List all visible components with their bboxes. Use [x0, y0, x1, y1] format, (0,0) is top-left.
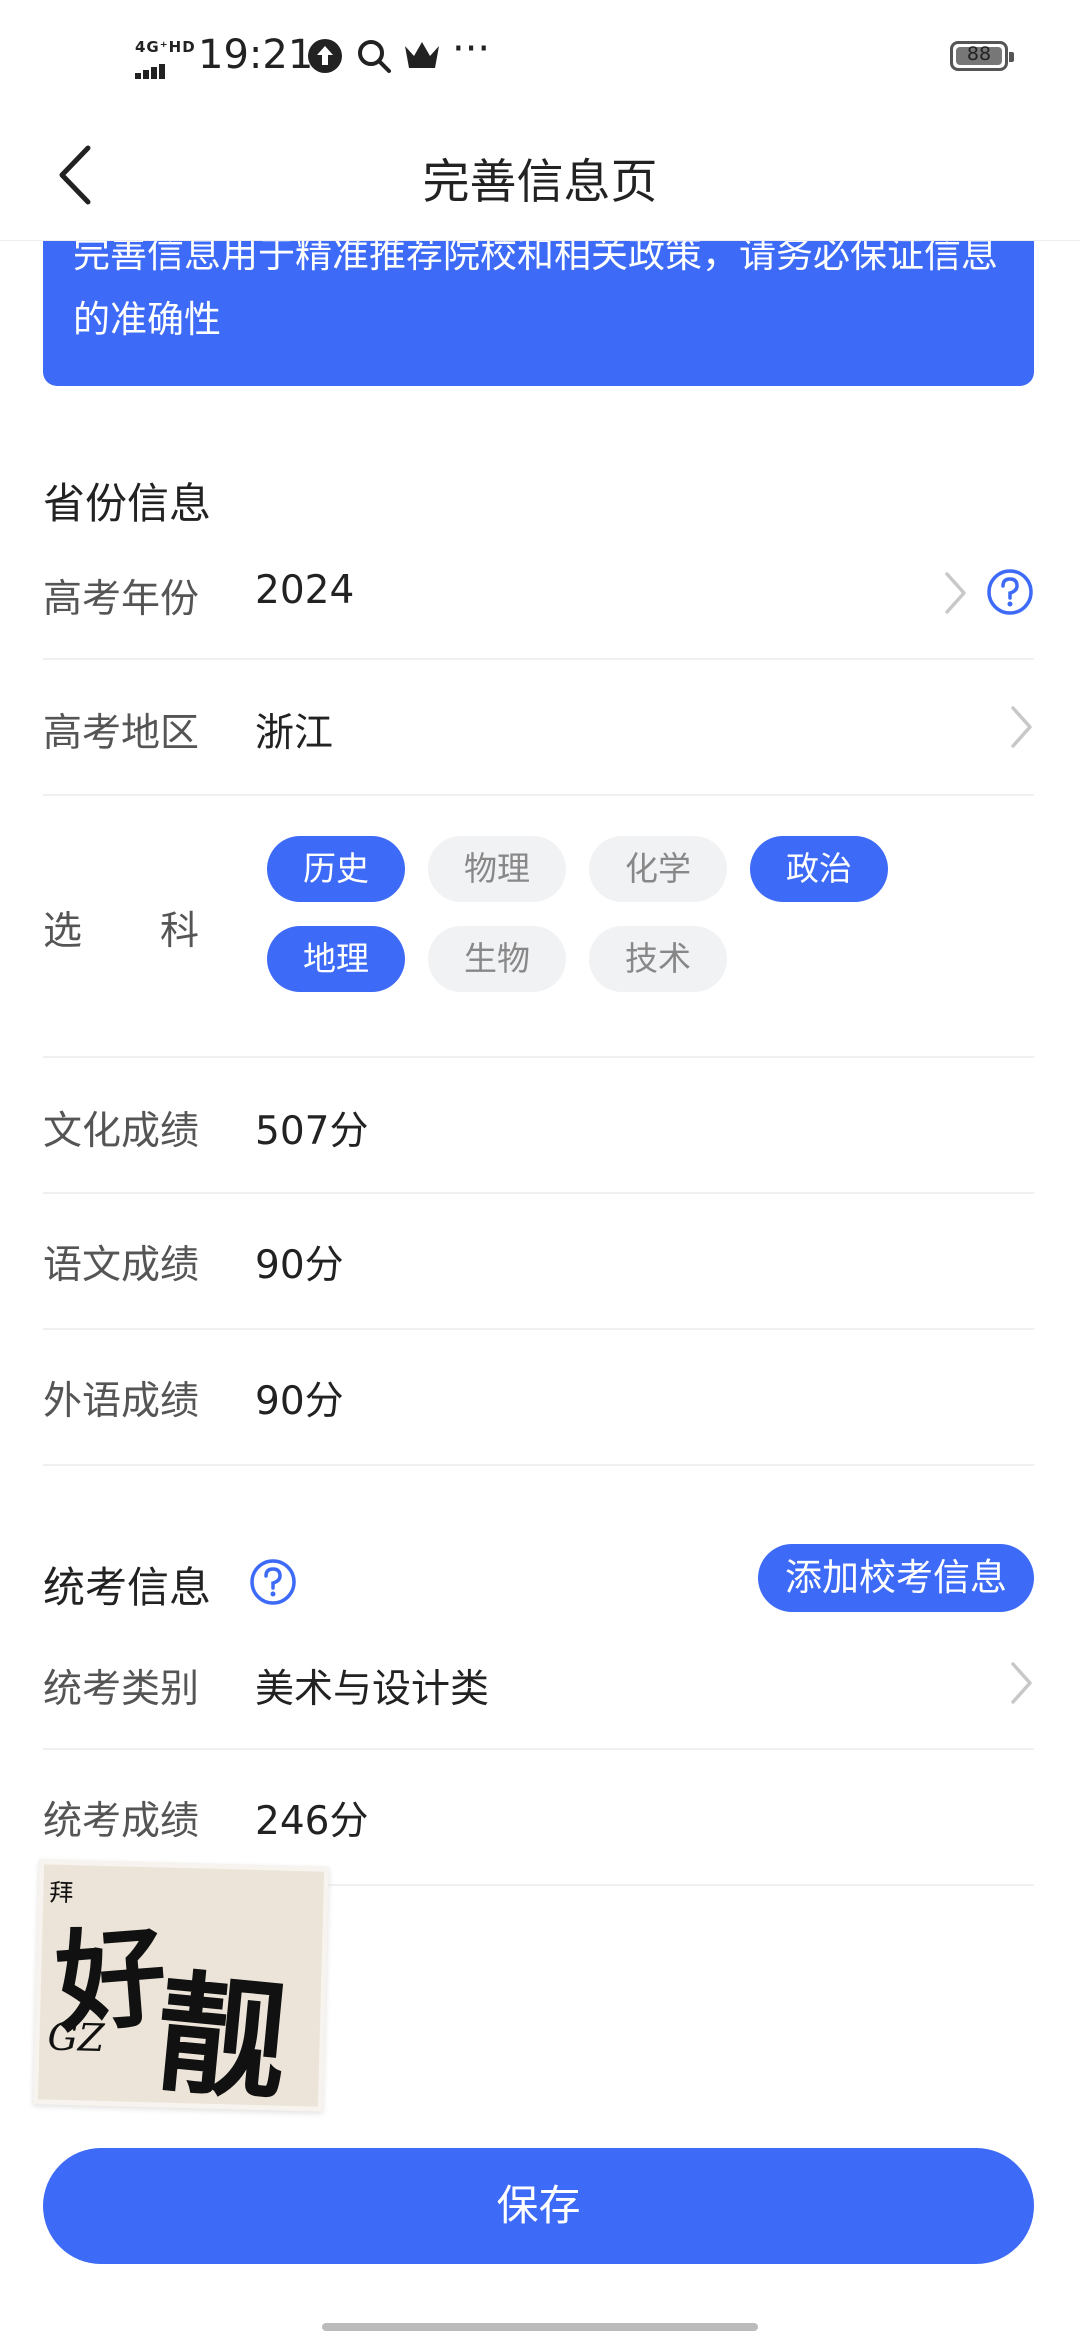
help-icon[interactable] — [986, 568, 1034, 616]
exam-region-value: 浙江 — [255, 711, 334, 756]
subject-tag-chemistry[interactable]: 化学 — [589, 836, 727, 902]
help-icon[interactable] — [249, 1558, 297, 1606]
search-icon — [358, 40, 391, 73]
subject-tag-history[interactable]: 历史 — [267, 836, 405, 902]
save-button[interactable]: 保存 — [43, 2148, 1034, 2264]
home-indicator[interactable] — [322, 2323, 758, 2331]
unified-category-value: 美术与设计类 — [255, 1667, 490, 1712]
sticker-mark: GZ — [47, 2014, 105, 2061]
more-notifications-icon: ··· — [452, 26, 491, 72]
row-exam-year[interactable]: 高考年份 2024 — [43, 548, 1034, 660]
exam-region-label: 高考地区 — [43, 711, 200, 756]
subject-tag-politics[interactable]: 政治 — [750, 836, 888, 902]
subject-tag-biology[interactable]: 生物 — [428, 926, 566, 992]
row-subjects: 选 科 历史 物理 化学 政治 地理 生物 技术 — [43, 796, 1034, 1058]
row-exam-region[interactable]: 高考地区 浙江 — [43, 660, 1034, 796]
row-culture-score[interactable]: 文化成绩 507分 — [43, 1058, 1034, 1194]
subject-tag-geography[interactable]: 地理 — [267, 926, 405, 992]
network-type: 4G⁺HD — [135, 38, 196, 56]
section-title-unified: 统考信息 — [43, 1563, 212, 1612]
nav-header: 完善信息页 — [0, 115, 1080, 241]
add-school-exam-button[interactable]: 添加校考信息 — [758, 1544, 1034, 1612]
exam-year-label: 高考年份 — [43, 577, 200, 622]
unified-category-label: 统考类别 — [43, 1667, 200, 1712]
battery-level: 88 — [966, 43, 992, 65]
row-chinese-score[interactable]: 语文成绩 90分 — [43, 1194, 1034, 1330]
sticker-text-2: 靓 — [149, 1955, 294, 2120]
subjects-label: 选 科 — [43, 909, 200, 954]
page-title: 完善信息页 — [422, 155, 658, 210]
sticker-image: 拜 好 靓 GZ — [32, 1859, 330, 2120]
row-foreign-score[interactable]: 外语成绩 90分 — [43, 1330, 1034, 1466]
foreign-score-value: 90分 — [255, 1379, 344, 1424]
upload-icon — [308, 39, 342, 73]
battery-icon: 88 — [950, 41, 1014, 71]
chinese-score-value: 90分 — [255, 1243, 344, 1288]
unified-score-label: 统考成绩 — [43, 1799, 200, 1844]
banner-text: 完善信息用于精准推荐院校和相关政策，请务必保证信息的准确性 — [73, 233, 998, 341]
crown-icon — [405, 42, 439, 68]
chevron-right-icon — [1011, 706, 1032, 748]
culture-score-label: 文化成绩 — [43, 1109, 200, 1154]
chinese-score-label: 语文成绩 — [43, 1243, 200, 1288]
row-unified-category[interactable]: 统考类别 美术与设计类 — [43, 1620, 1034, 1750]
chevron-right-icon — [945, 572, 966, 614]
culture-score-value: 507分 — [255, 1109, 369, 1154]
unified-score-value: 246分 — [255, 1799, 369, 1844]
subject-tag-physics[interactable]: 物理 — [428, 836, 566, 902]
foreign-score-label: 外语成绩 — [43, 1379, 200, 1424]
chevron-right-icon — [1011, 1662, 1032, 1704]
exam-year-value: 2024 — [255, 568, 355, 613]
section-title-province: 省份信息 — [43, 479, 212, 528]
subject-tag-technology[interactable]: 技术 — [589, 926, 727, 992]
signal-icon: 4G⁺HD — [135, 38, 195, 79]
clock: 19:21 — [198, 32, 314, 78]
status-bar: 4G⁺HD 19:21 ··· 88 — [0, 0, 1080, 115]
